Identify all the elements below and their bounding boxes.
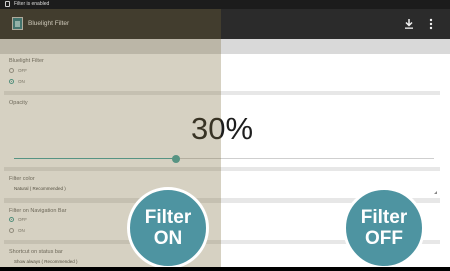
- filter-on-line1: Filter: [144, 207, 192, 228]
- navigation-bar: [0, 267, 450, 271]
- filter-on-badge: Filter ON: [127, 187, 209, 269]
- filter-off-line2: OFF: [365, 228, 403, 249]
- status-bar: Filter is enabled: [0, 0, 450, 9]
- download-icon[interactable]: [402, 18, 416, 30]
- more-vert-icon[interactable]: [426, 17, 436, 31]
- filter-off-line1: Filter: [360, 207, 408, 228]
- filter-off-badge: Filter OFF: [343, 187, 425, 269]
- status-notification-text: Filter is enabled: [14, 1, 50, 7]
- dropdown-arrow-icon: [434, 191, 437, 194]
- filter-on-line2: ON: [153, 228, 183, 249]
- notification-icon: [5, 1, 10, 7]
